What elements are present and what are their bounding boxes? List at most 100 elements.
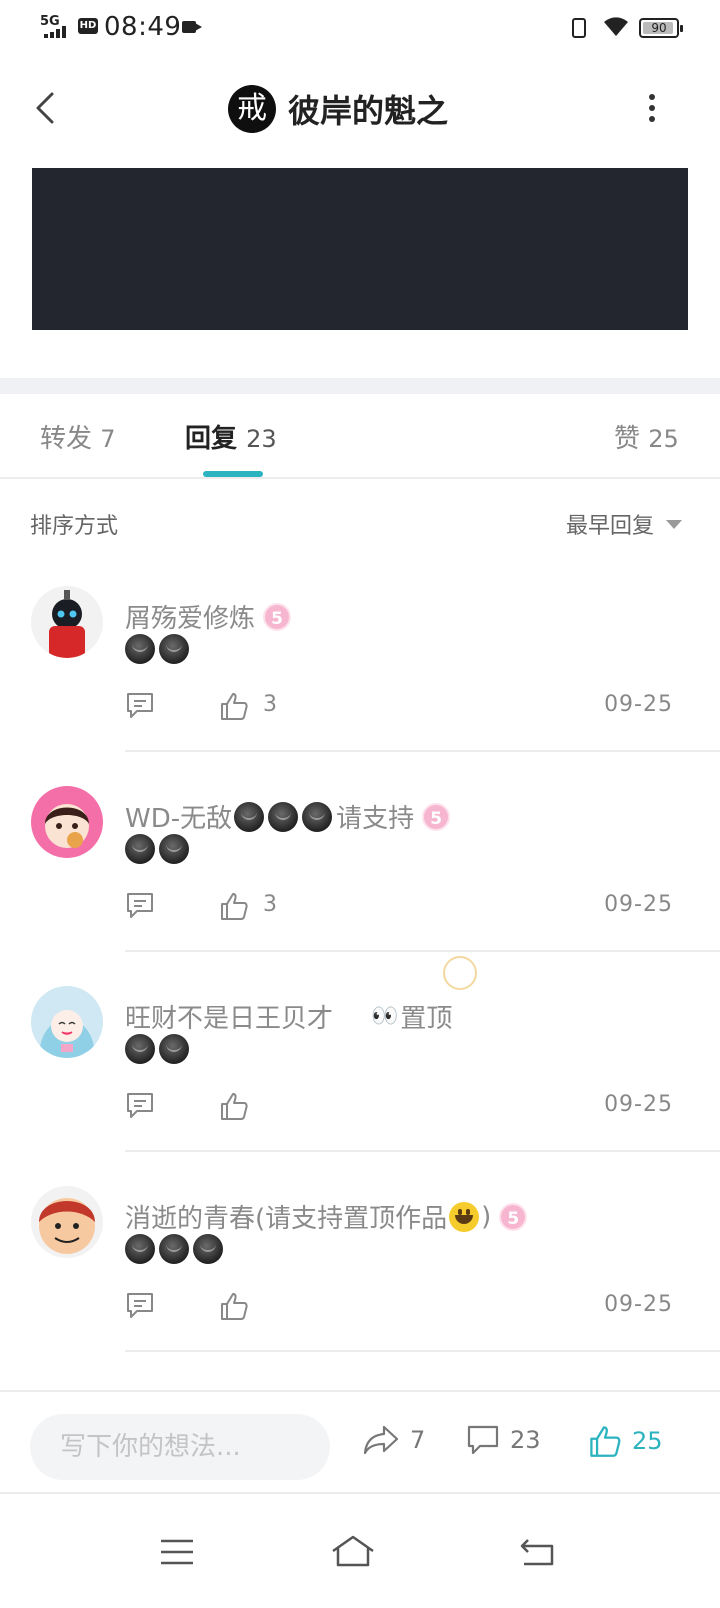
like-button[interactable]: 25 (588, 1424, 663, 1458)
comment-content (125, 634, 193, 668)
comment-divider (125, 750, 720, 752)
comment-actions: 09-25 (125, 1291, 690, 1321)
battery-level: 90 (651, 21, 667, 35)
level-badge: 5 (499, 1202, 528, 1231)
user-avatar[interactable]: 戒 (228, 85, 276, 133)
comment-actions: 09-25 (125, 1091, 690, 1121)
page-title: 彼岸的魁之 (288, 92, 449, 130)
commenter-name[interactable]: 消逝的青春(请支持置顶作品 ) 5 (125, 1198, 528, 1235)
level-badge: 5 (422, 802, 451, 831)
comment-date: 09-25 (604, 1292, 673, 1317)
thumbs-up-icon[interactable] (219, 691, 249, 721)
comment-item: 屑殇爱修炼 5 3 09-25 (0, 586, 720, 792)
content-banner[interactable] (32, 168, 688, 330)
status-bar: 5G HD 08:49 90 (0, 0, 720, 56)
comment-count: 23 (510, 1426, 541, 1454)
thumbs-up-icon (590, 1426, 621, 1457)
wifi-icon (604, 17, 628, 36)
like-count: 3 (263, 892, 277, 917)
like-total-count: 25 (632, 1427, 663, 1455)
commenter-avatar[interactable] (31, 786, 103, 858)
sort-dropdown[interactable]: 最早回复 (566, 508, 683, 540)
commenter-name[interactable]: 屑殇爱修炼 5 (125, 598, 292, 635)
commenter-name-suffix: 置顶 (400, 1004, 453, 1034)
section-divider (0, 378, 720, 394)
dark-face-emoji-icon (302, 801, 333, 832)
share-arrow-icon (363, 1425, 399, 1455)
sort-label: 排序方式 (30, 514, 119, 539)
system-navigation-bar (0, 1492, 720, 1608)
commenter-name[interactable]: 旺财不是日王贝才 👀 置顶 (125, 998, 452, 1035)
vibrate-icon (572, 18, 586, 38)
comment-date: 09-25 (604, 892, 673, 917)
share-button[interactable]: 7 (362, 1424, 425, 1456)
more-options-icon[interactable] (646, 94, 658, 126)
comment-content (125, 1234, 227, 1268)
video-camera-icon (182, 21, 202, 33)
reply-icon[interactable] (125, 1091, 155, 1119)
comment-date: 09-25 (604, 1092, 673, 1117)
tab-like[interactable]: 赞 25 (614, 418, 679, 455)
dark-face-emoji-icon (159, 1234, 189, 1264)
commenter-name[interactable]: WD-无敌 请支持 5 (125, 798, 451, 835)
dark-face-emoji-icon (159, 634, 189, 664)
signal-bars-icon (44, 26, 66, 38)
back-chevron-icon[interactable] (28, 88, 68, 128)
tab-reply-count: 23 (246, 425, 277, 453)
caret-down-icon (666, 519, 683, 529)
commenter-avatar[interactable] (31, 1186, 103, 1258)
commenter-name-text: WD-无敌 (125, 804, 233, 834)
comment-compose-input[interactable]: 写下你的想法... (30, 1414, 330, 1480)
eyes-emoji-icon: 👀 (371, 1004, 399, 1029)
tab-underline (0, 477, 720, 479)
grinning-face-emoji-icon (449, 1201, 480, 1232)
dark-face-emoji-icon (159, 1034, 189, 1064)
reply-icon[interactable] (125, 1291, 155, 1319)
menu-icon[interactable] (160, 1538, 194, 1566)
comment-divider (125, 950, 720, 952)
tab-forward-count: 7 (100, 425, 116, 453)
dark-face-emoji-icon (125, 834, 155, 864)
touch-indicator (443, 956, 477, 990)
comment-divider (125, 1350, 720, 1352)
thumbs-up-icon[interactable] (219, 891, 249, 921)
comment-bubble-icon (467, 1425, 499, 1455)
tab-forward-label: 转发 (40, 424, 93, 454)
reply-icon[interactable] (125, 691, 155, 719)
share-count: 7 (410, 1426, 426, 1454)
back-nav-icon[interactable] (518, 1536, 556, 1568)
comment-item: WD-无敌 请支持 5 3 09-25 (0, 786, 720, 992)
tab-forward[interactable]: 转发 7 (40, 418, 116, 455)
commenter-avatar[interactable] (31, 986, 103, 1058)
comment-content (125, 1034, 193, 1068)
dark-face-emoji-icon (234, 801, 265, 832)
comment-actions: 3 09-25 (125, 691, 690, 721)
commenter-name-text: 旺财不是日王贝才 (125, 1004, 334, 1034)
commenter-name-suffix: 请支持 (336, 804, 415, 834)
commenter-avatar[interactable] (31, 586, 103, 658)
dark-face-emoji-icon (268, 801, 299, 832)
tab-like-count: 25 (648, 425, 679, 453)
reply-icon[interactable] (125, 891, 155, 919)
hd-badge: HD (78, 18, 98, 34)
commenter-name-text: 消逝的青春(请支持置顶作品 (125, 1204, 448, 1234)
dark-face-emoji-icon (125, 634, 155, 664)
sort-selected-value: 最早回复 (566, 514, 655, 539)
tab-reply[interactable]: 回复 23 (185, 418, 277, 455)
dark-face-emoji-icon (159, 834, 189, 864)
level-badge: 5 (263, 602, 292, 631)
page-title-group: 戒 彼岸的魁之 (228, 84, 448, 134)
comment-date: 09-25 (604, 692, 673, 717)
battery-icon: 90 (639, 18, 683, 38)
comment-divider (125, 1150, 720, 1152)
comment-item: 旺财不是日王贝才 👀 置顶 09-25 (0, 956, 720, 1192)
home-icon[interactable] (330, 1534, 376, 1568)
like-count: 3 (263, 692, 277, 717)
comment-item: 消逝的青春(请支持置顶作品 ) 5 09-25 (0, 1186, 720, 1392)
bottom-action-bar: 写下你的想法... 7 23 25 (0, 1390, 720, 1494)
commenter-name-suffix: ) (481, 1201, 492, 1232)
comment-button[interactable]: 23 (466, 1424, 541, 1456)
comment-content (125, 834, 193, 868)
thumbs-up-icon[interactable] (219, 1091, 249, 1121)
thumbs-up-icon[interactable] (219, 1291, 249, 1321)
